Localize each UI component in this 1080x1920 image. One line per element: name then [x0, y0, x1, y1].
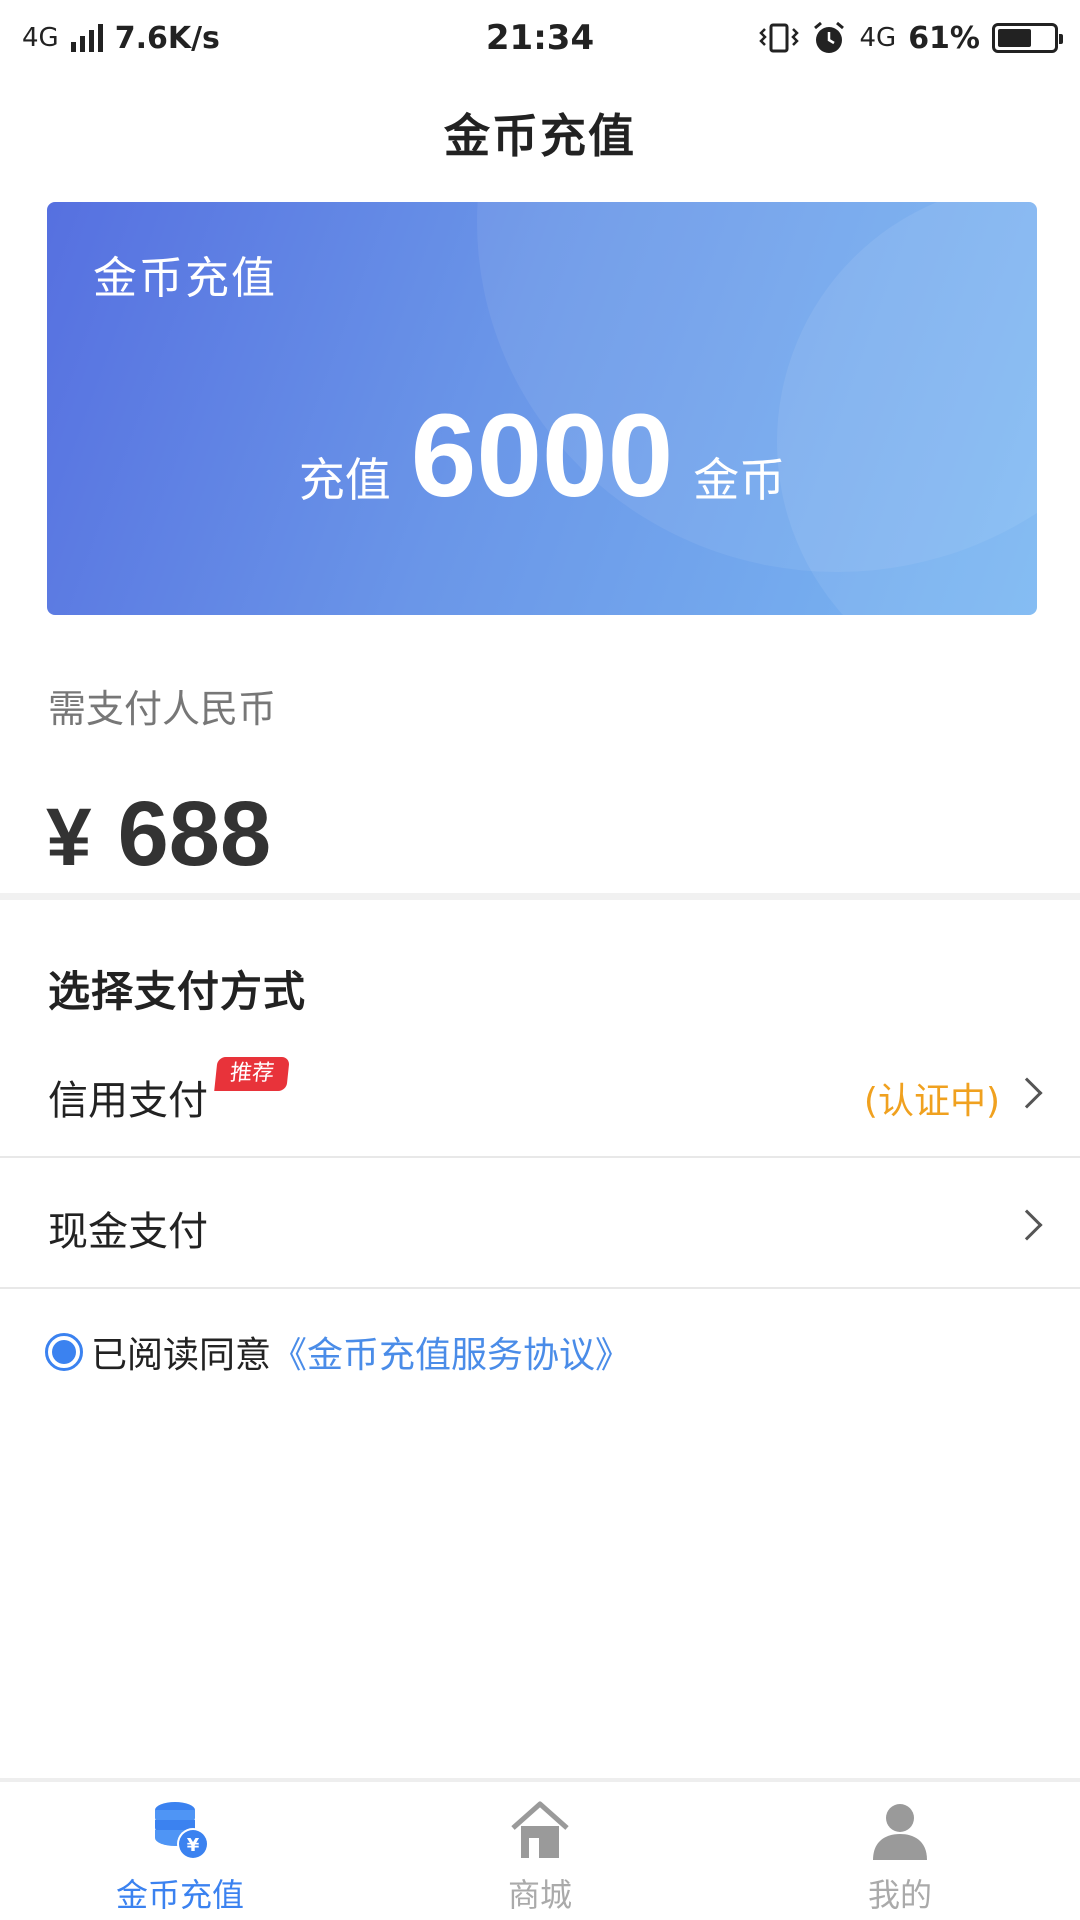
- home-store-icon: [511, 1801, 569, 1858]
- credit-payment-label: 信用支付: [48, 1078, 208, 1124]
- page-title: 金币充值: [444, 109, 636, 163]
- vibrate-icon: [759, 23, 800, 53]
- agreement-row: 已阅读同意 《金币充值服务协议》: [45, 1326, 631, 1378]
- agreement-link[interactable]: 《金币充值服务协议》: [271, 1326, 631, 1378]
- nav-item-profile[interactable]: 我的: [720, 1782, 1080, 1920]
- nav-label-profile: 我的: [867, 1876, 932, 1914]
- currency-symbol: ¥: [46, 792, 92, 883]
- status-left: 4G 7.6K/s: [22, 21, 220, 56]
- bottom-nav: ¥ 金币充值 商城 我的: [0, 1778, 1080, 1920]
- nav-label-store: 商城: [507, 1876, 572, 1914]
- banner-label: 金币充值: [93, 253, 277, 304]
- network-type: 4G: [22, 23, 59, 53]
- status-bar: 4G 7.6K/s 21:34 4G 61%: [0, 0, 1080, 76]
- banner-amount-row: 充值 6000 金币: [47, 397, 1037, 515]
- credit-payment-option[interactable]: 信用支付 推荐 (认证中): [0, 1030, 1080, 1158]
- chevron-right-icon: [1011, 1077, 1043, 1109]
- verification-status: (认证中): [863, 1081, 1000, 1122]
- nav-item-store[interactable]: 商城: [360, 1782, 720, 1920]
- coin-amount: 6000: [410, 390, 674, 522]
- cash-payment-label: 现金支付: [48, 1209, 208, 1255]
- pay-label: 需支付人民币: [48, 687, 277, 731]
- alarm-icon: [814, 21, 845, 53]
- coin-stack-icon: ¥: [155, 1802, 209, 1860]
- profile-icon: [873, 1804, 927, 1860]
- pay-amount-row: ¥ 688: [46, 782, 271, 887]
- banner-suffix: 金币: [693, 453, 786, 507]
- agreement-text: 已阅读同意: [91, 1335, 272, 1376]
- svg-text:¥: ¥: [187, 1835, 200, 1856]
- payment-methods-title: 选择支付方式: [48, 967, 307, 1016]
- pay-amount: 688: [117, 783, 272, 885]
- banner-prefix: 充值: [298, 453, 391, 507]
- section-divider: [0, 893, 1080, 900]
- battery-icon: [992, 23, 1063, 53]
- network-speed: 7.6K/s: [114, 20, 220, 56]
- nav-label-recharge: 金币充值: [115, 1876, 244, 1914]
- cash-payment-option[interactable]: 现金支付: [0, 1161, 1080, 1289]
- network-type-right: 4G: [859, 23, 897, 53]
- status-right: 4G 61%: [759, 20, 1063, 56]
- signal-icon: [70, 24, 103, 52]
- chevron-right-icon: [1011, 1209, 1043, 1241]
- recharge-banner: 金币充值 充值 6000 金币: [47, 202, 1037, 615]
- battery-percent: 61%: [908, 20, 980, 56]
- agreement-checkbox[interactable]: [45, 1333, 83, 1371]
- nav-item-recharge[interactable]: ¥ 金币充值: [0, 1782, 360, 1920]
- recommend-badge: 推荐: [214, 1057, 290, 1091]
